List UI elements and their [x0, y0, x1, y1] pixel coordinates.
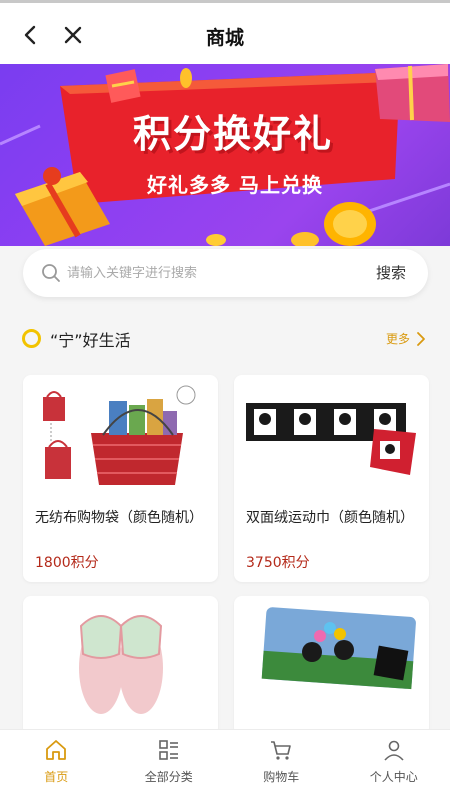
- basket-icon: [91, 399, 183, 485]
- tab-cart[interactable]: 购物车: [225, 730, 338, 800]
- banner-headline: 积分换好礼: [132, 111, 333, 156]
- search-icon: [42, 264, 60, 282]
- banner-subtitle: 好礼多多 马上兑换: [147, 172, 323, 197]
- shopping-bag-icon: [43, 391, 71, 479]
- product-image: [23, 596, 218, 726]
- section-header: “宁”好生活 更多: [22, 326, 430, 350]
- coin-icon: [206, 234, 226, 246]
- tab-label: 全部分类: [144, 770, 193, 784]
- search-input[interactable]: [67, 259, 347, 287]
- gift-box-right-icon: [375, 64, 450, 122]
- more-label: 更多: [385, 332, 410, 346]
- product-name: 双面绒运动巾（颜色随机）: [246, 510, 414, 526]
- product-card[interactable]: 无纺布购物袋（颜色随机） 1800积分: [23, 375, 218, 582]
- bottom-tab-bar: 首页 全部分类 购物车 个人中心: [0, 729, 450, 800]
- coin-icon: [180, 68, 192, 88]
- slippers-icon: [79, 615, 163, 714]
- section-ring-icon: [22, 329, 41, 348]
- product-price: 1800积分: [35, 555, 99, 571]
- tab-label: 购物车: [263, 770, 300, 784]
- promo-banner[interactable]: 积分换好礼 好礼多多 马上兑换: [0, 64, 450, 246]
- product-card[interactable]: [234, 596, 429, 736]
- mat-icon: [261, 607, 416, 690]
- product-card[interactable]: [23, 596, 218, 736]
- home-icon: [46, 740, 67, 760]
- section-title: “宁”好生活: [50, 331, 131, 350]
- search-bar: 搜索: [23, 249, 428, 297]
- tab-label: 个人中心: [369, 770, 418, 784]
- tab-label: 首页: [44, 770, 69, 784]
- coin-icon: [291, 232, 319, 246]
- product-image: [234, 596, 429, 726]
- tab-home[interactable]: 首页: [0, 730, 113, 800]
- badge-icon: [176, 385, 196, 405]
- page-title: 商城: [205, 27, 244, 49]
- product-price: 3750积分: [246, 555, 310, 571]
- category-icon: [158, 740, 178, 760]
- product-card[interactable]: 双面绒运动巾（颜色随机） 3750积分: [234, 375, 429, 582]
- cart-icon: [271, 741, 292, 760]
- tab-profile[interactable]: 个人中心: [338, 730, 450, 800]
- product-image: [23, 375, 218, 500]
- more-link[interactable]: 更多: [386, 330, 426, 347]
- product-image: [234, 375, 429, 500]
- chevron-right-icon: [417, 331, 425, 346]
- tab-categories[interactable]: 全部分类: [113, 730, 226, 800]
- product-name: 无纺布购物袋（颜色随机）: [35, 510, 203, 526]
- user-icon: [384, 740, 404, 761]
- search-button[interactable]: 搜索: [376, 262, 406, 283]
- top-bar: 商城: [0, 0, 450, 64]
- towel-icon: [246, 403, 416, 475]
